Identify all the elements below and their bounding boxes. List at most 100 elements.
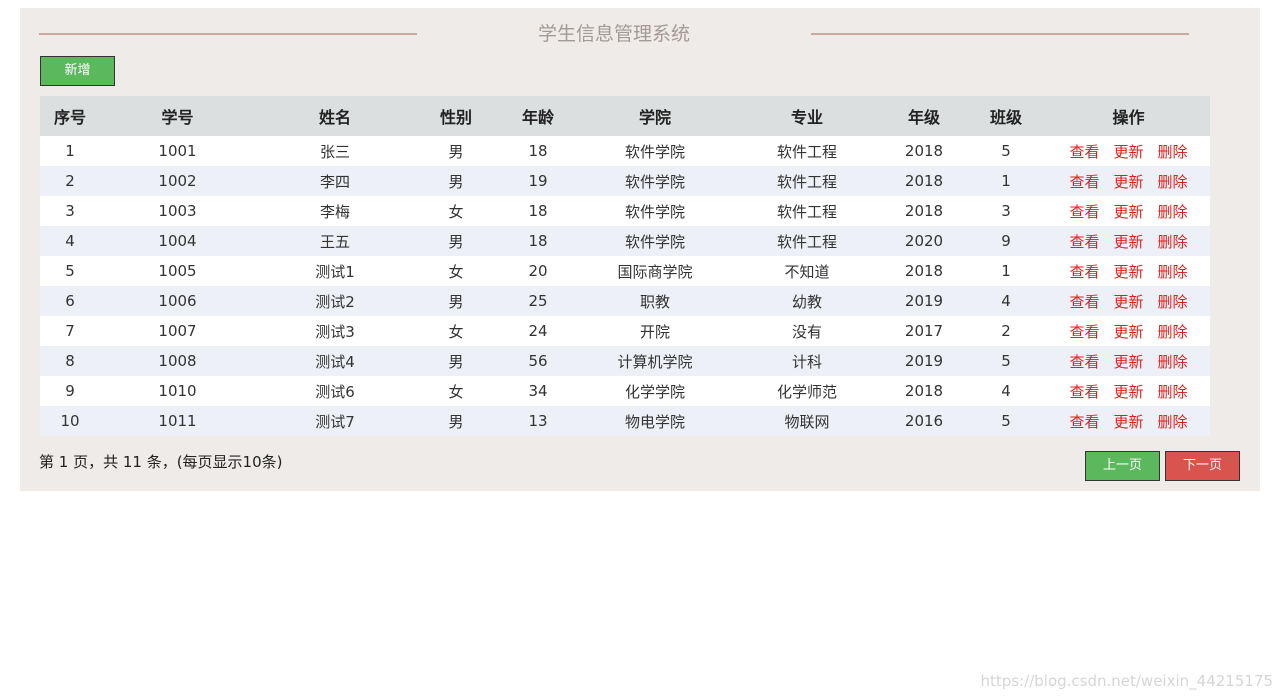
table-row: 7 1007 测试3 女 24 开院 没有 2017 2 查看 更新 删除 — [40, 316, 1210, 346]
next-page-button[interactable]: 下一页 — [1165, 451, 1240, 481]
cell-age: 34 — [497, 376, 579, 406]
cell-no: 4 — [40, 226, 100, 256]
cell-gender: 男 — [415, 346, 497, 376]
update-link[interactable]: 更新 — [1113, 383, 1143, 401]
column-header-college: 学院 — [579, 96, 731, 136]
cell-major: 软件工程 — [731, 136, 883, 166]
cell-age: 18 — [497, 136, 579, 166]
cell-class: 5 — [965, 136, 1047, 166]
cell-actions: 查看 更新 删除 — [1047, 346, 1210, 376]
delete-link[interactable]: 删除 — [1158, 233, 1188, 251]
cell-actions: 查看 更新 删除 — [1047, 406, 1210, 436]
cell-actions: 查看 更新 删除 — [1047, 136, 1210, 166]
cell-name: 张三 — [255, 136, 415, 166]
table-body: 1 1001 张三男 18 软件学院 软件工程 2018 5 查看 更新 删除 2 1002 李四男 19 软… — [40, 136, 1210, 436]
cell-grade: 2018 — [883, 256, 965, 286]
page-title: 学生信息管理系统 — [537, 23, 690, 45]
view-link[interactable]: 查看 — [1069, 323, 1099, 341]
delete-link[interactable]: 删除 — [1158, 143, 1188, 161]
update-link[interactable]: 更新 — [1113, 203, 1143, 221]
cell-grade: 2016 — [883, 406, 965, 436]
update-link[interactable]: 更新 — [1113, 263, 1143, 281]
student-table: 序号 学号 姓名 性别 年龄 学院 专业 年级 班级 操作 1 1001 张三男 18… — [40, 96, 1210, 436]
add-button[interactable]: 新增 — [40, 56, 115, 86]
table-row: 3 1003 李梅女 18 软件学院 软件工程 2018 3 查看 更新 删除 — [40, 196, 1210, 226]
column-header-actions: 操作 — [1047, 96, 1210, 136]
cell-student-id: 1006 — [100, 286, 255, 316]
update-link[interactable]: 更新 — [1113, 293, 1143, 311]
cell-name: 测试1 — [255, 256, 415, 286]
cell-class: 5 — [965, 406, 1047, 436]
view-link[interactable]: 查看 — [1069, 233, 1099, 251]
view-link[interactable]: 查看 — [1069, 413, 1099, 431]
table-row: 4 1004 王五男 18 软件学院 软件工程 2020 9 查看 更新 删除 — [40, 226, 1210, 256]
delete-link[interactable]: 删除 — [1158, 203, 1188, 221]
table-row: 8 1008 测试4 男 56 计算机学院 计科 2019 5 查看 更新 删除 — [40, 346, 1210, 376]
cell-college: 计算机学院 — [579, 346, 731, 376]
delete-link[interactable]: 删除 — [1158, 323, 1188, 341]
cell-no: 9 — [40, 376, 100, 406]
watermark: https://blog.csdn.net/weixin_44215175 — [980, 672, 1273, 690]
view-link[interactable]: 查看 — [1069, 263, 1099, 281]
cell-age: 56 — [497, 346, 579, 376]
delete-link[interactable]: 删除 — [1158, 173, 1188, 191]
cell-actions: 查看 更新 删除 — [1047, 316, 1210, 346]
cell-college: 软件学院 — [579, 166, 731, 196]
view-link[interactable]: 查看 — [1069, 383, 1099, 401]
table-header-row: 序号 学号 姓名 性别 年龄 学院 专业 年级 班级 操作 — [40, 96, 1210, 136]
cell-grade: 2017 — [883, 316, 965, 346]
prev-page-button[interactable]: 上一页 — [1085, 451, 1160, 481]
cell-age: 19 — [497, 166, 579, 196]
cell-student-id: 1001 — [100, 136, 255, 166]
cell-actions: 查看 更新 删除 — [1047, 226, 1210, 256]
update-link[interactable]: 更新 — [1113, 323, 1143, 341]
delete-link[interactable]: 删除 — [1158, 383, 1188, 401]
cell-college: 国际商学院 — [579, 256, 731, 286]
cell-major: 幼教 — [731, 286, 883, 316]
cell-class: 3 — [965, 196, 1047, 226]
cell-major: 软件工程 — [731, 166, 883, 196]
table-row: 2 1002 李四男 19 软件学院 软件工程 2018 1 查看 更新 删除 — [40, 166, 1210, 196]
cell-no: 7 — [40, 316, 100, 346]
delete-link[interactable]: 删除 — [1158, 353, 1188, 371]
cell-college: 化学学院 — [579, 376, 731, 406]
column-header-class: 班级 — [965, 96, 1047, 136]
cell-college: 软件学院 — [579, 226, 731, 256]
column-header-grade: 年级 — [883, 96, 965, 136]
cell-name: 测试7 — [255, 406, 415, 436]
view-link[interactable]: 查看 — [1069, 173, 1099, 191]
cell-major: 不知道 — [731, 256, 883, 286]
cell-gender: 男 — [415, 226, 497, 256]
cell-grade: 2018 — [883, 376, 965, 406]
cell-no: 10 — [40, 406, 100, 436]
view-link[interactable]: 查看 — [1069, 293, 1099, 311]
table-row: 6 1006 测试2 男 25 职教 幼教 2019 4 查看 更新 删除 — [40, 286, 1210, 316]
view-link[interactable]: 查看 — [1069, 353, 1099, 371]
cell-major: 计科 — [731, 346, 883, 376]
cell-gender: 女 — [415, 256, 497, 286]
cell-no: 6 — [40, 286, 100, 316]
view-link[interactable]: 查看 — [1069, 143, 1099, 161]
cell-grade: 2020 — [883, 226, 965, 256]
delete-link[interactable]: 删除 — [1158, 413, 1188, 431]
cell-student-id: 1007 — [100, 316, 255, 346]
update-link[interactable]: 更新 — [1113, 353, 1143, 371]
cell-no: 5 — [40, 256, 100, 286]
update-link[interactable]: 更新 — [1113, 233, 1143, 251]
delete-link[interactable]: 删除 — [1158, 293, 1188, 311]
cell-name: 李梅 — [255, 196, 415, 226]
view-link[interactable]: 查看 — [1069, 203, 1099, 221]
update-link[interactable]: 更新 — [1113, 173, 1143, 191]
update-link[interactable]: 更新 — [1113, 143, 1143, 161]
cell-college: 开院 — [579, 316, 731, 346]
cell-student-id: 1004 — [100, 226, 255, 256]
cell-no: 8 — [40, 346, 100, 376]
cell-name: 测试2 — [255, 286, 415, 316]
update-link[interactable]: 更新 — [1113, 413, 1143, 431]
cell-actions: 查看 更新 删除 — [1047, 286, 1210, 316]
delete-link[interactable]: 删除 — [1158, 263, 1188, 281]
cell-no: 1 — [40, 136, 100, 166]
cell-actions: 查看 更新 删除 — [1047, 196, 1210, 226]
column-header-no: 序号 — [40, 96, 100, 136]
main-panel: 学生信息管理系统 新增 序号 学号 姓名 性别 年龄 学院 专业 年级 班级 操… — [20, 8, 1260, 491]
